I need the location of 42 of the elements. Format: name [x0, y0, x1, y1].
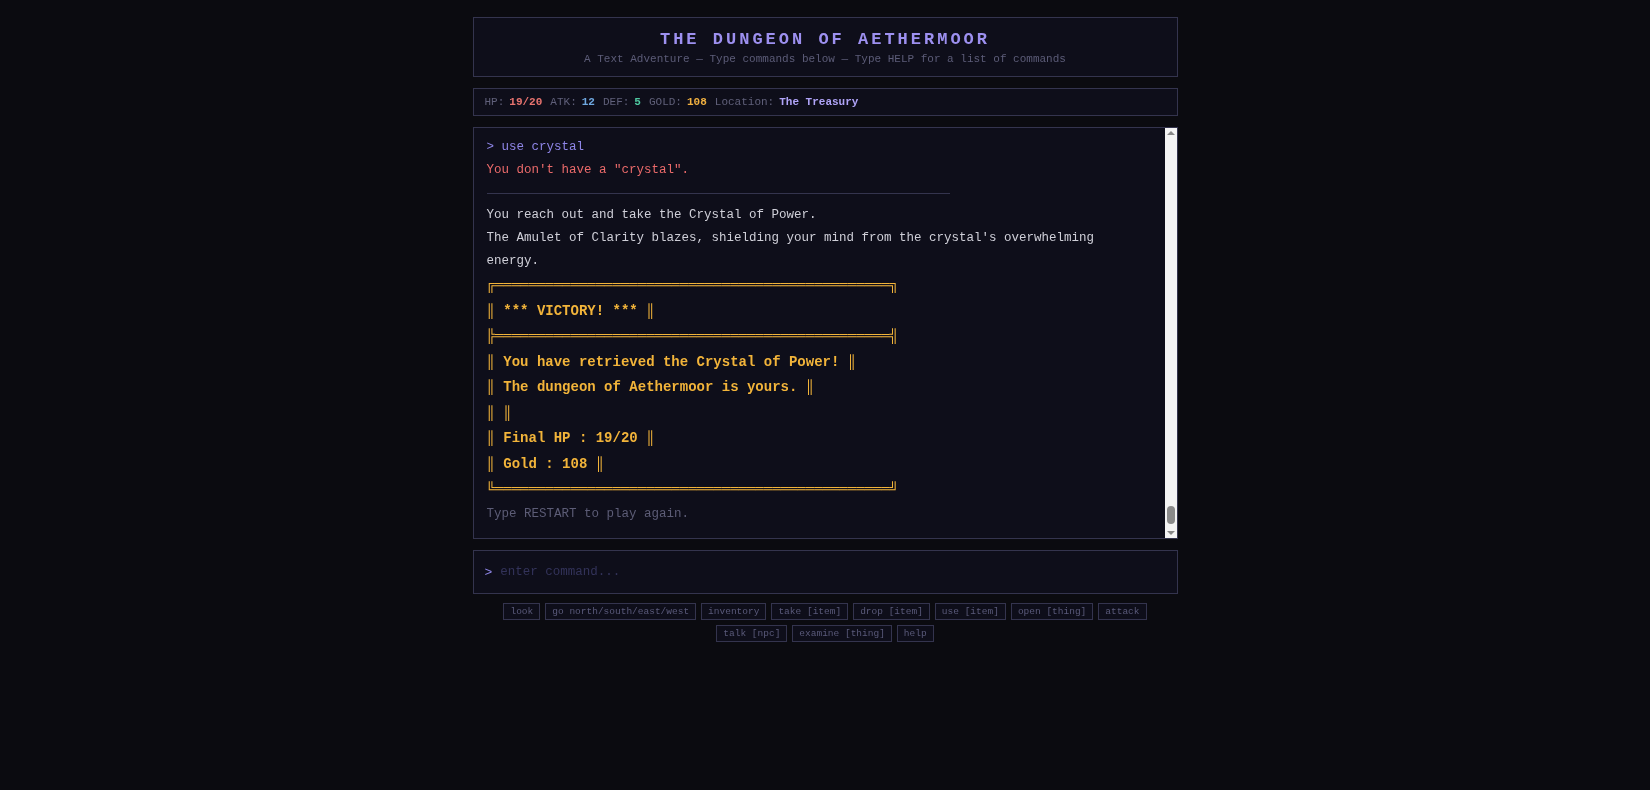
victory-banner-line: ║ Gold : 108 ║: [486, 454, 606, 474]
victory-banner-line: ╔═══════════════════════════════════════════════╗: [486, 276, 900, 295]
stat-label: ATK:: [550, 96, 577, 108]
victory-banner-line: ║ ║: [486, 403, 513, 423]
command-field[interactable]: > enter command...: [472, 550, 1178, 594]
stat-label: Location:: [714, 96, 775, 108]
victory-banner-line: ╚═══════════════════════════════════════════════╝: [486, 480, 900, 499]
prompt-symbol: >: [484, 564, 493, 580]
error-message: You don't have a "crystal".: [486, 162, 691, 179]
stat-value: 108: [686, 96, 707, 108]
stat-label: GOLD:: [648, 96, 682, 108]
scroll-thumb[interactable]: [1166, 506, 1175, 524]
stat-value: The Treasury: [779, 96, 859, 108]
stat-value: 19/20: [509, 96, 543, 108]
command-chip[interactable]: talk [npc]: [716, 625, 788, 642]
stat-value: 5: [634, 96, 641, 108]
victory-banner-line: ║ The dungeon of Aethermoor is yours. ║: [486, 378, 816, 397]
command-echo: > use crystal: [486, 139, 586, 156]
command-chip[interactable]: take [item]: [771, 603, 849, 620]
victory-banner-line: ╠═══════════════════════════════════════════════╣: [486, 327, 900, 346]
command-chip[interactable]: look: [503, 603, 541, 620]
command-chip[interactable]: help: [896, 625, 934, 642]
command-chip[interactable]: open [thing]: [1010, 603, 1094, 620]
game-title: THE DUNGEON OF AETHERMOOR: [659, 29, 990, 49]
stat-label: HP:: [484, 96, 505, 108]
restart-hint: Type RESTART to play again.: [486, 505, 691, 523]
narration-text: The Amulet of Clarity blazes, shielding your mind from the crystal's overwhelming energy.: [486, 230, 1096, 270]
command-chip[interactable]: examine [thing]: [792, 625, 892, 642]
game-subtitle: A Text Adventure — Type commands below — Type HELP for a list of commands: [584, 52, 1066, 65]
command-chip[interactable]: go north/south/east/west: [545, 603, 697, 620]
victory-banner-line: ║ *** VICTORY! *** ║: [486, 301, 656, 321]
command-input[interactable]: enter command...: [498, 564, 1166, 580]
scrollbar[interactable]: [1164, 128, 1177, 538]
narration-text: You reach out and take the Crystal of Power.: [486, 207, 818, 224]
command-chip[interactable]: attack: [1098, 603, 1147, 620]
victory-banner-line: ║ You have retrieved the Crystal of Power! ║: [486, 352, 858, 372]
stat-value: 12: [581, 96, 595, 108]
command-chip[interactable]: drop [item]: [853, 603, 930, 620]
stat-label: DEF:: [602, 96, 630, 108]
command-chip[interactable]: inventory: [701, 603, 767, 620]
victory-banner-line: ║ Final HP : 19/20 ║: [486, 429, 656, 448]
command-chip[interactable]: use [item]: [934, 603, 1006, 620]
